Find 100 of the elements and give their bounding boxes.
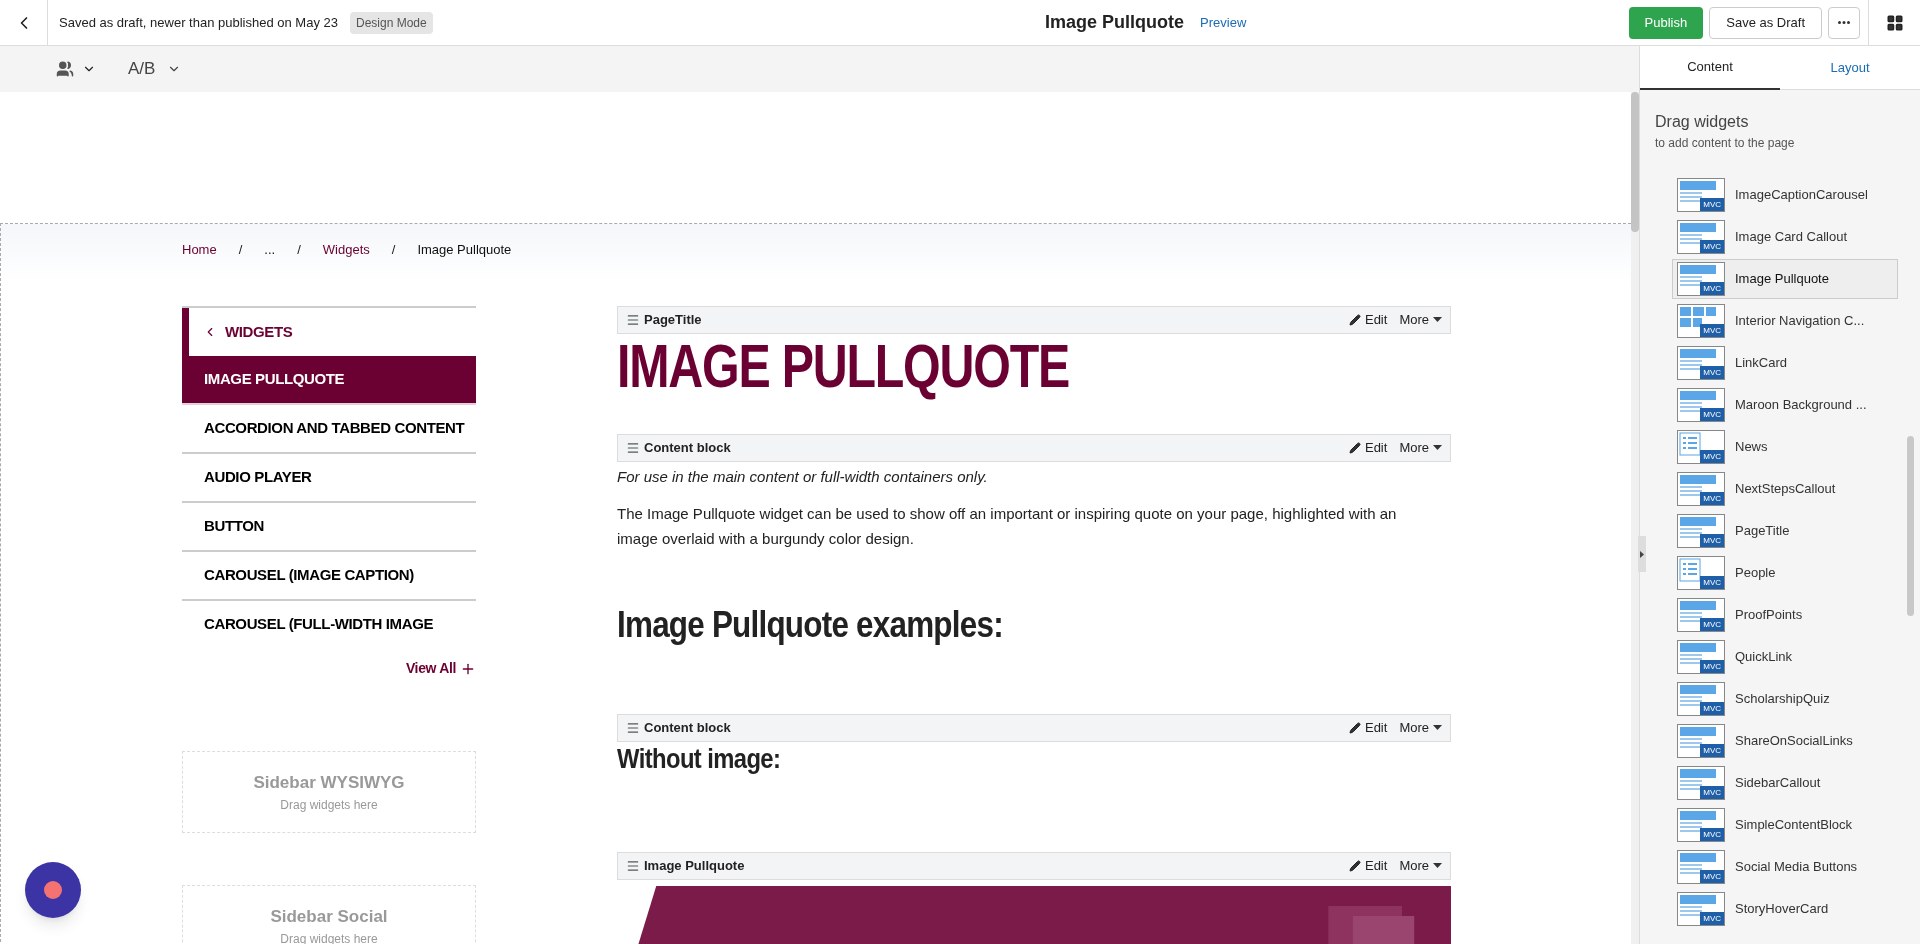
widget-name: PageTitle — [1735, 522, 1790, 541]
widget-name: People — [1735, 564, 1776, 583]
breadcrumb-separator: / — [297, 241, 301, 260]
widget-name: ProofPoints — [1735, 606, 1803, 625]
widget-name: LinkCard — [1735, 354, 1788, 373]
caret-icon — [1433, 863, 1442, 869]
edit-button[interactable]: Edit — [1348, 310, 1388, 330]
widget-name: QuickLink — [1735, 648, 1793, 667]
personas-button[interactable] — [56, 60, 96, 78]
collapse-panel-handle[interactable] — [1638, 536, 1646, 572]
mvc-badge: MVC — [1700, 366, 1724, 379]
widget-list-item[interactable]: MVC PageTitle — [1672, 514, 1898, 548]
mvc-badge: MVC — [1700, 408, 1724, 421]
save-draft-button[interactable]: Save as Draft — [1709, 6, 1822, 39]
widget-list-item[interactable]: MVC People — [1672, 556, 1898, 590]
widget-name: SidebarCallout — [1735, 774, 1821, 793]
more-button[interactable]: More — [1399, 718, 1442, 738]
side-nav-item[interactable]: CAROUSEL (IMAGE CAPTION) — [182, 552, 476, 601]
drag-handle-icon[interactable] — [626, 721, 640, 735]
mvc-badge: MVC — [1700, 534, 1724, 547]
caret-icon — [1433, 445, 1442, 451]
page-title: IMAGE PULLQUOTE — [617, 334, 1070, 398]
mvc-badge: MVC — [1700, 492, 1724, 505]
breadcrumb-separator: / — [238, 241, 243, 260]
widget-list-item[interactable]: MVC ImageCaptionCarousel — [1672, 178, 1898, 212]
mvc-badge: MVC — [1700, 324, 1724, 337]
widget-list-item[interactable]: MVC ScholarshipQuiz — [1672, 682, 1898, 716]
widget-list-item[interactable]: MVC Maroon Background ... — [1672, 388, 1898, 422]
page-name: Image Pullquote — [1045, 11, 1185, 34]
breadcrumb-item: ... — [264, 241, 276, 260]
widget-name: SimpleContentBlock — [1735, 816, 1853, 835]
grid-icon — [1885, 13, 1904, 32]
side-nav-item[interactable]: CAROUSEL (FULL-WIDTH IMAGE — [182, 601, 476, 650]
ab-test-button[interactable]: A/B — [128, 56, 182, 82]
mvc-badge: MVC — [1700, 240, 1724, 253]
widget-list-item[interactable]: MVC NextStepsCallout — [1672, 472, 1898, 506]
widget-name: Image Pullquote — [1735, 270, 1829, 289]
mvc-badge: MVC — [1700, 786, 1724, 799]
widget-label: Content block — [644, 719, 731, 738]
widget-list-item[interactable]: MVC StoryHoverCard — [1672, 892, 1898, 926]
more-button[interactable]: More — [1399, 310, 1442, 330]
mvc-badge: MVC — [1700, 618, 1724, 631]
widget-list-item[interactable]: MVC SidebarCallout — [1672, 766, 1898, 800]
more-options-button[interactable] — [1828, 6, 1860, 39]
panel-tab[interactable]: Content — [1640, 46, 1780, 90]
breadcrumb-link[interactable]: Home — [182, 240, 217, 260]
widget-list-item[interactable]: MVC Image Pullquote — [1672, 259, 1898, 299]
more-button[interactable]: More — [1399, 438, 1442, 458]
widget-name: News — [1735, 438, 1768, 457]
widget-list-item[interactable]: MVC SimpleContentBlock — [1672, 808, 1898, 842]
caret-icon — [1433, 725, 1442, 731]
mode-badge: Design Mode — [349, 11, 433, 34]
side-nav-item[interactable]: AUDIO PLAYER — [182, 454, 476, 503]
pencil-icon — [1348, 722, 1361, 734]
widget-name: ImageCaptionCarousel — [1735, 186, 1868, 205]
widget-list-item[interactable]: MVC ProofPoints — [1672, 598, 1898, 632]
drop-zone-title: Sidebar Social — [270, 906, 388, 929]
side-nav-item[interactable]: IMAGE PULLQUOTE — [182, 356, 476, 405]
edit-button[interactable]: Edit — [1348, 856, 1388, 876]
usage-note: For use in the main content or full-width containers only. — [617, 467, 989, 487]
mvc-badge: MVC — [1700, 870, 1724, 883]
panel-tab[interactable]: Layout — [1780, 46, 1920, 90]
widget-list-item[interactable]: MVC News — [1672, 430, 1898, 464]
widget-list-item[interactable]: MVC LinkCard — [1672, 346, 1898, 380]
mvc-badge: MVC — [1700, 702, 1724, 715]
mvc-badge: MVC — [1700, 912, 1724, 925]
drag-handle-icon[interactable] — [626, 859, 640, 873]
mvc-badge: MVC — [1700, 450, 1724, 463]
pencil-icon — [1348, 314, 1361, 326]
view-all-link[interactable]: View All — [182, 658, 476, 679]
widget-name: Maroon Background ... — [1735, 396, 1867, 415]
side-nav-item[interactable]: BUTTON — [182, 503, 476, 552]
ellipsis-icon — [1838, 21, 1850, 24]
breadcrumb-separator: / — [391, 241, 396, 260]
widget-label: PageTitle — [644, 311, 702, 330]
side-nav-item[interactable]: ACCORDION AND TABBED CONTENT — [182, 405, 476, 454]
triangle-icon — [1640, 550, 1644, 558]
edit-button[interactable]: Edit — [1348, 718, 1388, 738]
mvc-badge: MVC — [1700, 282, 1724, 295]
panel-subheading: to add content to the page — [1655, 135, 1796, 152]
preview-link[interactable]: Preview — [1200, 12, 1247, 33]
description-paragraph: The Image Pullquote widget can be used to show off an important or inspiring quote on your page, highlighted with an image overlaid with a burgundy color design. — [617, 503, 1398, 549]
more-button[interactable]: More — [1399, 856, 1442, 876]
caret-icon — [1433, 317, 1442, 323]
widget-list-item[interactable]: MVC ShareOnSocialLinks — [1672, 724, 1898, 758]
drag-handle-icon[interactable] — [626, 441, 640, 455]
panel-heading: Drag widgets — [1655, 112, 1750, 132]
widget-list-item[interactable]: MVC QuickLink — [1672, 640, 1898, 674]
widget-list-item[interactable]: MVC Interior Navigation C... — [1672, 304, 1898, 338]
widget-list-item[interactable]: MVC Image Card Callout — [1672, 220, 1898, 254]
edit-button[interactable]: Edit — [1348, 438, 1388, 458]
drag-handle-icon[interactable] — [626, 313, 640, 327]
section-heading: Image Pullquote examples: — [617, 602, 1003, 647]
widget-label: Image Pullquote — [644, 857, 745, 876]
widget-list-item[interactable]: MVC Social Media Buttons — [1672, 850, 1898, 884]
widget-name: ScholarshipQuiz — [1735, 690, 1830, 709]
breadcrumb-link[interactable]: Widgets — [322, 240, 370, 260]
mvc-badge: MVC — [1700, 198, 1724, 211]
widget-name: StoryHoverCard — [1735, 900, 1829, 919]
widget-label: Content block — [644, 439, 731, 458]
